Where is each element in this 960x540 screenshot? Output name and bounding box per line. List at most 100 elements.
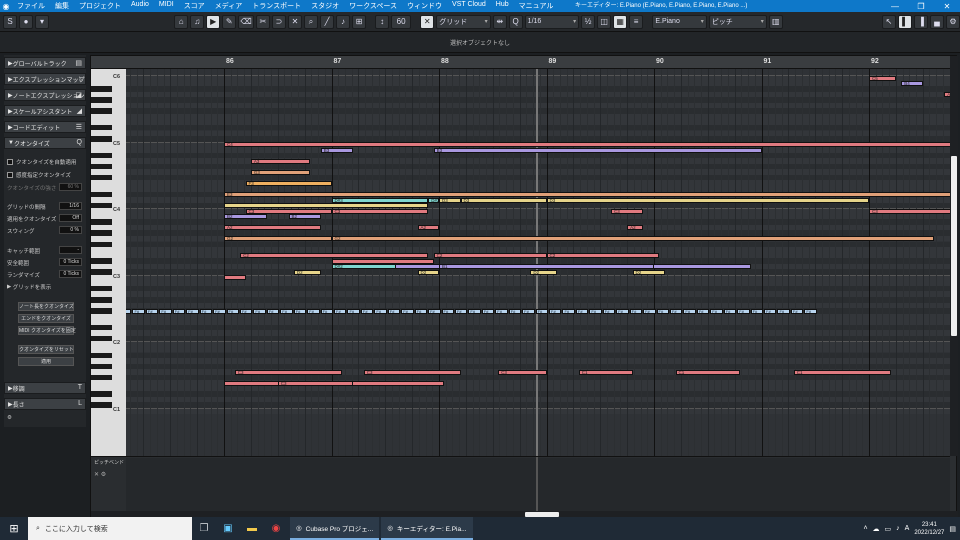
midi-note[interactable]: F# [239,308,253,314]
record-icon[interactable]: ● [19,14,33,29]
quantize-ends-button[interactable]: エンドをクオンタイズ [18,314,74,323]
erase-icon[interactable]: ⌫ [238,14,254,29]
controller-lane[interactable]: ピッチベンド ✕ ⚙ [91,456,950,511]
auto-quantize-option[interactable]: クオンタイズを自動適用 [7,158,76,166]
midi-note[interactable]: C2 [546,253,660,259]
midi-note[interactable]: F# [428,308,441,314]
menu-item[interactable]: MIDI [154,1,179,11]
midi-note[interactable]: B3 [433,147,762,153]
midi-note[interactable]: D3 [546,197,869,203]
piano-keyboard[interactable]: C6 C5 C4 C3 C2 C1 [91,69,126,456]
black-key[interactable] [91,363,112,370]
menu-item[interactable]: トランスポート [247,1,306,11]
midi-note[interactable]: F# [481,308,495,314]
midi-note[interactable]: F# [616,308,629,314]
menu-item[interactable]: スタジオ [306,1,344,11]
menu-item[interactable]: ワークスペース [344,1,402,11]
midi-note[interactable]: B2 [288,214,321,220]
midi-note[interactable]: F# [172,308,186,314]
white-key[interactable] [91,341,126,347]
trim-icon[interactable]: ✂ [255,14,270,29]
midi-note[interactable]: D2 [417,269,439,275]
swing-value[interactable]: 0 % [59,226,82,234]
midi-note[interactable]: F# [790,308,804,314]
menu-item[interactable]: ファイル [12,1,50,11]
task-view-icon[interactable]: ❐ [192,517,216,540]
network-icon[interactable]: ▭ [885,525,892,533]
midi-note[interactable] [331,258,434,264]
freeze-quantize-button[interactable]: MIDI クオンタイズを固定 [18,326,76,335]
cubase-app-icon[interactable]: ◉ [0,0,12,12]
section-note-expression[interactable]: ▶ ノートエクスプレッション ◪ [4,89,86,101]
black-key[interactable] [91,374,112,381]
midi-note[interactable]: F# [387,308,401,314]
controller-select[interactable]: ピッチ [708,14,767,29]
menu-item[interactable]: ウィンドウ [402,1,447,11]
section-quantize[interactable]: ▼ クオンタイズ Q [4,137,86,149]
midi-note[interactable]: B2 [224,214,267,220]
dropdown-icon[interactable]: ▾ [35,14,49,29]
catch-value[interactable]: - [59,246,82,254]
midi-note[interactable]: C3 [331,208,429,214]
midi-note[interactable]: C1 [675,369,740,375]
layout-bottom-icon[interactable]: ▄ [929,14,944,29]
midi-note[interactable]: F# [213,308,226,314]
snap-to-zero-icon[interactable]: ⇹ [492,14,507,29]
auto-scroll-icon[interactable]: ⌂ [174,14,189,29]
midi-note[interactable]: D#2 [331,264,396,270]
reset-quantize-button[interactable]: クオンタイズをリセット [18,345,74,354]
midi-note[interactable]: E3 [224,192,950,198]
midi-note[interactable]: F# [737,308,750,314]
black-key[interactable] [91,308,112,314]
midi-note[interactable]: D2 [530,269,558,275]
snap-icon[interactable]: ✕ [420,14,435,29]
white-key[interactable] [91,141,126,148]
midi-note[interactable]: F# [710,308,723,314]
white-key[interactable] [91,208,126,214]
midi-note[interactable]: D2 [632,269,665,275]
menu-item[interactable]: VST Cloud [447,1,491,11]
iterative-quantize-option[interactable]: 感度指定クオンタイズ [7,171,71,179]
layout-left-icon[interactable]: ▌ [897,14,912,29]
midi-note[interactable]: F# [535,308,548,314]
midi-note[interactable]: F# [575,308,589,314]
midi-note[interactable]: B1 [439,264,654,270]
black-key[interactable] [91,97,112,103]
midi-note[interactable]: C3 [869,208,950,214]
midi-note[interactable]: F# [360,308,374,314]
vertical-scroll-thumb[interactable] [951,156,957,336]
chord-icon[interactable]: ♫ [190,14,205,29]
menu-item[interactable]: Audio [126,1,154,11]
black-key[interactable] [91,402,112,408]
section-expression-map[interactable]: ▶ エクスプレッションマップ ♭ [4,73,86,85]
midi-note[interactable]: C3 [611,208,644,214]
midi-note[interactable]: F# [266,308,280,314]
midi-note[interactable]: F# [522,308,535,314]
white-key[interactable] [91,75,126,81]
midi-note[interactable]: A2 [224,225,321,231]
midi-note[interactable]: D#3 [331,197,429,203]
black-key[interactable] [91,324,112,331]
midi-note[interactable]: F3 [245,180,332,186]
midi-note[interactable]: F# [629,308,643,314]
midi-note[interactable]: F# [293,308,307,314]
midi-note[interactable]: D3 [460,197,547,203]
midi-note[interactable]: F# [495,308,508,314]
minimize-button[interactable]: — [882,0,908,12]
nudge-value[interactable]: 60 [391,14,412,29]
task-cubase-project[interactable]: ◎ Cubase Pro プロジェ... [290,517,380,540]
midi-note[interactable]: F# [441,308,454,314]
color-icon[interactable]: ▦ [613,14,628,29]
midi-note[interactable]: F# [468,308,481,314]
settings-icon[interactable]: ⚙ [945,14,960,29]
midi-note[interactable]: C3 [277,380,353,386]
solo-editor-icon[interactable]: S [3,14,17,29]
grid-value[interactable]: 1/16 [59,202,82,210]
midi-note[interactable]: G3 [250,169,310,175]
midi-note[interactable]: F# [132,308,145,314]
midi-note[interactable]: D2 [293,269,321,275]
black-key[interactable] [91,202,112,209]
black-key[interactable] [91,391,112,397]
zoom-icon[interactable]: ⌕ [303,14,318,29]
midi-note[interactable]: F# [804,308,817,314]
